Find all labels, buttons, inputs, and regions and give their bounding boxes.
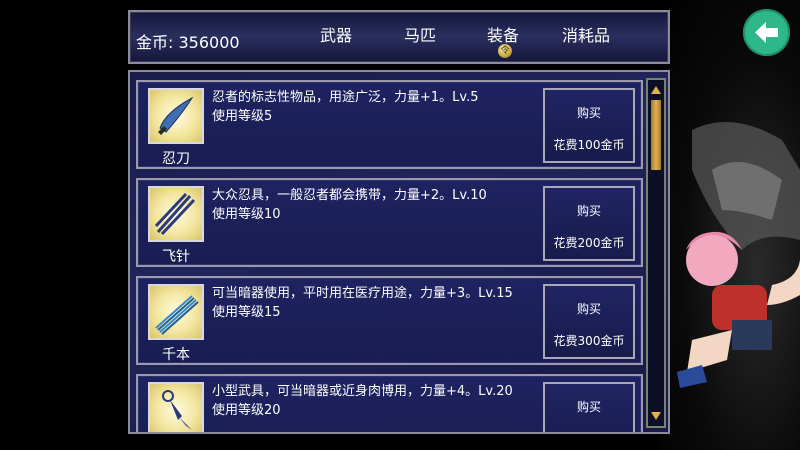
scroll-up-arrow-icon[interactable] [650,84,662,96]
buy-button-label: 购买 [576,106,601,120]
flying-needles-icon [148,186,204,242]
item-level-requirement: 使用等级5 [212,109,273,124]
list-item: 忍刀 忍者的标志性物品，用途广泛，力量+1。Lv.5 使用等级5 购买 花费10… [136,80,643,169]
buy-button-label: 购买 [576,302,601,316]
top-bar: 金币: 356000 武器 马匹 装备 消耗品 令 [128,10,670,64]
item-description-line: 忍者的标志性物品，用途广泛，力量+1。Lv.5 [212,90,479,105]
item-cost: 花费100金币 [553,138,625,152]
kunai-icon [148,382,204,432]
item-cost: 花费200金币 [553,236,625,250]
item-level-requirement: 使用等级20 [212,403,281,418]
tab-equipment[interactable]: 装备 [487,22,519,46]
item-description-line: 可当暗器使用，平时用在医疗用途，力量+3。Lv.15 [212,286,513,301]
back-arrow-icon [755,22,778,43]
item-name: 千本 [162,347,190,363]
scroll-thumb[interactable] [651,100,661,170]
item-description: 忍者的标志性物品，用途广泛，力量+1。Lv.5 使用等级5 [212,88,542,126]
buy-button[interactable]: 购买 花费300金币 [543,284,635,359]
scrollbar[interactable] [646,78,666,428]
buy-button[interactable]: 购买 [543,382,635,432]
scroll-down-arrow-icon[interactable] [650,410,662,422]
shop-item-list: 忍刀 忍者的标志性物品，用途广泛，力量+1。Lv.5 使用等级5 购买 花费10… [128,70,670,434]
item-name: 忍刀 [162,151,190,167]
buy-button-label: 购买 [576,204,601,218]
senbon-icon [148,284,204,340]
item-description: 大众忍具，一般忍者都会携带，力量+2。Lv.10 使用等级10 [212,186,542,224]
item-level-requirement: 使用等级10 [212,207,281,222]
list-item: 飞针 大众忍具，一般忍者都会携带，力量+2。Lv.10 使用等级10 购买 花费… [136,178,643,267]
buy-button[interactable]: 购买 花费200金币 [543,186,635,261]
item-description: 可当暗器使用，平时用在医疗用途，力量+3。Lv.15 使用等级15 [212,284,542,322]
buy-button[interactable]: 购买 花费100金币 [543,88,635,163]
list-item: 千本 可当暗器使用，平时用在医疗用途，力量+3。Lv.15 使用等级15 购买 … [136,276,643,365]
tab-horses[interactable]: 马匹 [404,22,436,46]
ninja-sword-icon [148,88,204,144]
item-description-line: 大众忍具，一般忍者都会携带，力量+2。Lv.10 [212,188,487,203]
coin-balance: 金币: 356000 [136,33,240,52]
item-description: 小型武具，可当暗器或近身肉博用，力量+4。Lv.20 使用等级20 [212,382,542,420]
item-level-requirement: 使用等级15 [212,305,281,320]
character-illustration [677,122,800,388]
buy-button-label: 购买 [576,400,601,414]
tab-weapons[interactable]: 武器 [320,22,352,46]
back-button[interactable] [743,9,790,56]
item-name: 飞针 [162,249,190,265]
selected-tab-badge-icon: 令 [498,44,512,58]
item-cost: 花费300金币 [553,334,625,348]
item-description-line: 小型武具，可当暗器或近身肉博用，力量+4。Lv.20 [212,384,513,399]
list-item: 小型武具，可当暗器或近身肉博用，力量+4。Lv.20 使用等级20 购买 [136,374,643,432]
tab-consumables[interactable]: 消耗品 [562,22,610,46]
